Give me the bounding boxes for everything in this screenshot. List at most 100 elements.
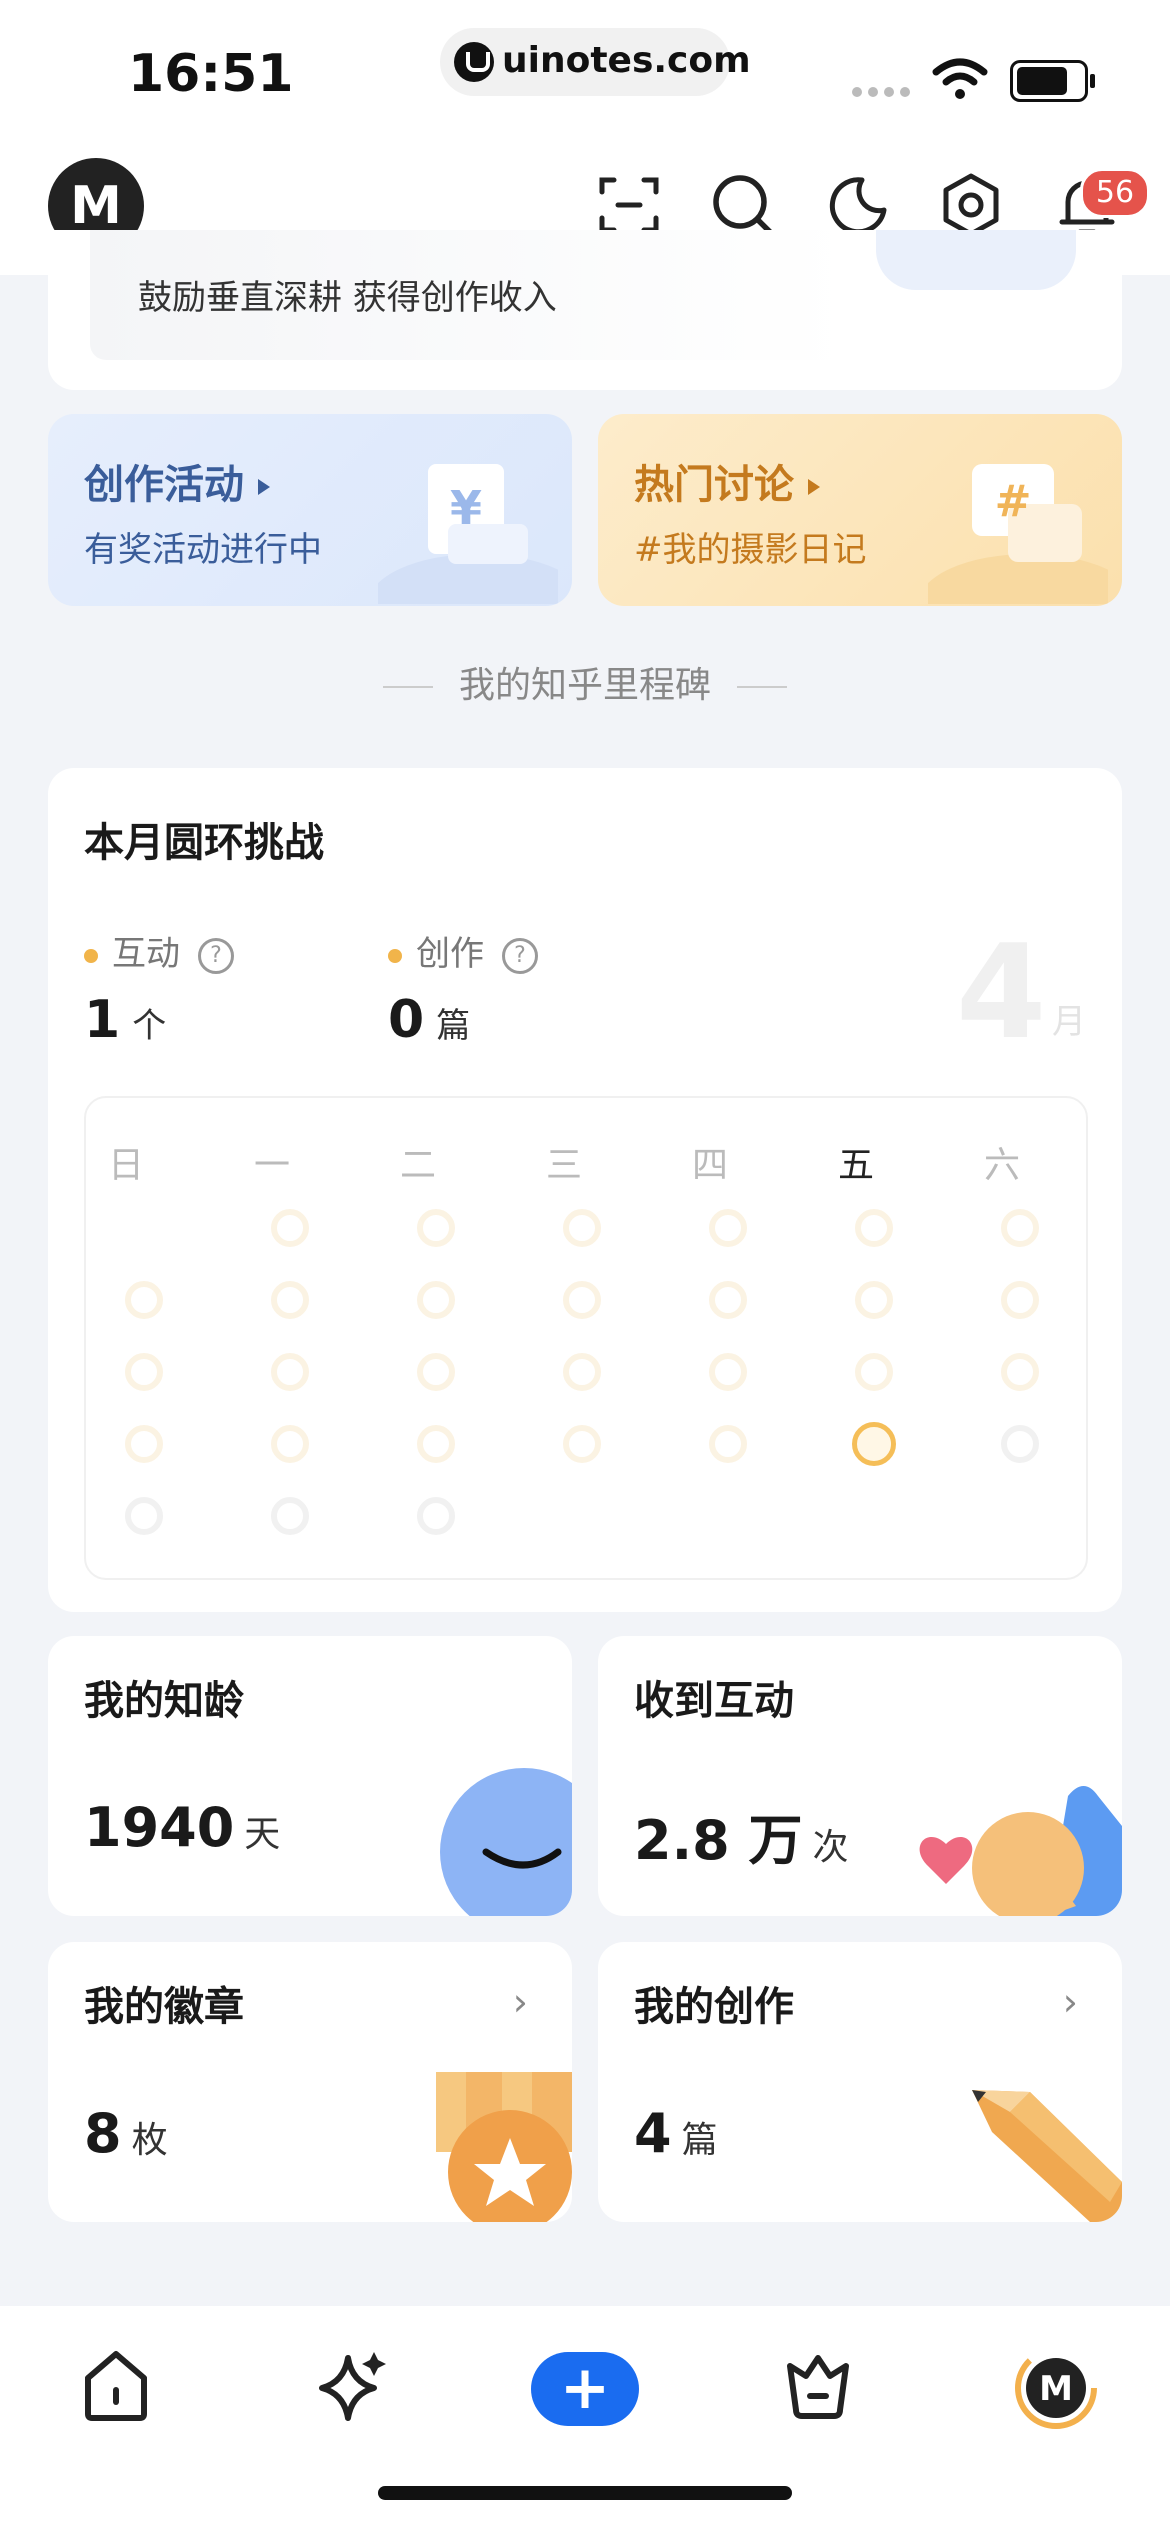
card-value: 2.8 万次 bbox=[634, 1796, 848, 1875]
stat-value: 0 bbox=[388, 990, 425, 1050]
chevron-right-icon: › bbox=[512, 1980, 528, 2024]
day-ring bbox=[1001, 1281, 1039, 1319]
stat-unit: 个 bbox=[132, 1006, 167, 1046]
card-value-unit: 篇 bbox=[681, 2120, 718, 2161]
help-icon[interactable]: ? bbox=[502, 937, 538, 974]
day-ring bbox=[125, 1497, 163, 1535]
month-watermark: 4 bbox=[956, 916, 1047, 1068]
stat-label-interaction: 互动? bbox=[84, 926, 234, 975]
month-unit: 月 bbox=[1052, 1002, 1086, 1042]
scan-icon[interactable] bbox=[596, 172, 662, 238]
promo-title-text: 创作活动 bbox=[84, 462, 244, 508]
day-ring bbox=[271, 1425, 309, 1463]
day-ring bbox=[563, 1425, 601, 1463]
yen-icon: ¥ bbox=[378, 464, 558, 604]
day-ring bbox=[563, 1209, 601, 1247]
challenge-title: 本月圆环挑战 bbox=[84, 820, 324, 866]
day-ring bbox=[271, 1281, 309, 1319]
card-received-interactions[interactable]: 收到互动 2.8 万次 bbox=[598, 1636, 1122, 1916]
stat-label-creation: 创作? bbox=[388, 926, 538, 975]
smile-face-icon bbox=[440, 1768, 572, 1916]
search-icon[interactable] bbox=[710, 172, 776, 238]
home-indicator bbox=[378, 2486, 792, 2500]
notification-badge: 56 bbox=[1080, 168, 1150, 218]
card-my-creations[interactable]: 我的创作 › 4篇 bbox=[598, 1942, 1122, 2222]
day-ring bbox=[563, 1353, 601, 1391]
status-time: 16:51 bbox=[128, 44, 294, 104]
svg-text:#: # bbox=[995, 476, 1032, 527]
home-icon[interactable] bbox=[76, 2346, 156, 2426]
day-ring bbox=[125, 1281, 163, 1319]
orange-dot-icon bbox=[388, 948, 402, 963]
card-value-unit: 枚 bbox=[131, 2120, 168, 2161]
weekday-thu: 四 bbox=[691, 1145, 728, 1186]
day-ring bbox=[709, 1425, 747, 1463]
sparkle-icon[interactable] bbox=[312, 2346, 392, 2426]
settings-icon[interactable] bbox=[938, 172, 1004, 238]
day-ring bbox=[417, 1209, 455, 1247]
card-title: 我的创作 bbox=[634, 1984, 794, 2030]
promo-title-text: 热门讨论 bbox=[634, 462, 794, 508]
day-ring bbox=[855, 1353, 893, 1391]
day-ring bbox=[1001, 1209, 1039, 1247]
card-zhihu-age[interactable]: 我的知龄 1940 天 bbox=[48, 1636, 572, 1916]
profile-avatar-icon[interactable]: M bbox=[1014, 2346, 1098, 2430]
site-icon bbox=[454, 42, 494, 82]
chat-heart-icon bbox=[919, 1786, 1122, 1916]
day-ring bbox=[417, 1281, 455, 1319]
card-value: 1940 天 bbox=[84, 1796, 280, 1859]
income-text: 鼓励垂直深耕 获得创作收入 bbox=[138, 278, 557, 318]
day-ring bbox=[417, 1425, 455, 1463]
card-value-number: 1940 bbox=[84, 1796, 235, 1859]
vip-crown-icon[interactable] bbox=[778, 2346, 858, 2426]
hash-icon: # bbox=[928, 464, 1108, 604]
status-bar: 16:51 uinotes.com bbox=[0, 0, 1170, 140]
monthly-ring-challenge: 本月圆环挑战 互动? 1个 创作? 0篇 4 月 日 一 二 三 四 五 六 bbox=[48, 768, 1122, 1612]
ring-calendar: 日 一 二 三 四 五 六 bbox=[84, 1096, 1088, 1580]
day-ring bbox=[271, 1353, 309, 1391]
chevron-right-icon: › bbox=[1062, 1980, 1078, 2024]
card-value: 4篇 bbox=[634, 2102, 718, 2165]
weekday-mon: 一 bbox=[253, 1145, 290, 1186]
svg-text:¥: ¥ bbox=[450, 481, 482, 535]
day-ring bbox=[125, 1425, 163, 1463]
medal-icon bbox=[436, 2072, 572, 2222]
promo-creation-activity[interactable]: 创作活动 有奖活动进行中 ¥ bbox=[48, 414, 572, 606]
section-title: 我的知乎里程碑 bbox=[0, 656, 1170, 708]
url-text: uinotes.com bbox=[502, 40, 751, 81]
card-title: 收到互动 bbox=[634, 1678, 794, 1724]
promo-hot-discussion[interactable]: 热门讨论 #我的摄影日记 # bbox=[598, 414, 1122, 606]
help-icon[interactable]: ? bbox=[198, 937, 234, 974]
card-value-number: 4 bbox=[634, 2102, 672, 2165]
stat-value-interaction: 1个 bbox=[84, 990, 166, 1050]
url-pill[interactable]: uinotes.com bbox=[440, 28, 751, 96]
stat-value-creation: 0篇 bbox=[388, 990, 470, 1050]
weekday-tue: 二 bbox=[399, 1145, 436, 1186]
day-ring bbox=[855, 1209, 893, 1247]
income-action-pill[interactable] bbox=[876, 230, 1076, 290]
create-plus-button[interactable]: + bbox=[531, 2352, 639, 2426]
logo-text: M bbox=[70, 176, 122, 236]
creator-income-card[interactable]: 鼓励垂直深耕 获得创作收入 bbox=[48, 230, 1122, 390]
moon-icon[interactable] bbox=[824, 172, 890, 238]
stat-unit: 篇 bbox=[436, 1006, 471, 1046]
day-ring bbox=[1001, 1353, 1039, 1391]
stat-label-text: 互动 bbox=[112, 934, 180, 974]
weekday-sat: 六 bbox=[983, 1145, 1020, 1186]
card-my-badges[interactable]: 我的徽章 › 8枚 bbox=[48, 1942, 572, 2222]
play-arrow-icon bbox=[808, 479, 820, 495]
promo-title: 热门讨论 bbox=[634, 452, 820, 510]
battery-icon bbox=[1010, 60, 1095, 102]
stat-label-text: 创作 bbox=[416, 934, 484, 974]
day-ring bbox=[563, 1281, 601, 1319]
play-arrow-icon bbox=[258, 479, 270, 495]
card-title: 我的徽章 bbox=[84, 1984, 244, 2030]
card-value: 8枚 bbox=[84, 2102, 168, 2165]
day-ring bbox=[417, 1353, 455, 1391]
card-value-number: 2.8 万 bbox=[634, 1809, 803, 1872]
wifi-icon bbox=[932, 58, 988, 99]
day-ring bbox=[709, 1209, 747, 1247]
card-title: 我的知龄 bbox=[84, 1678, 244, 1724]
day-ring bbox=[417, 1497, 455, 1535]
day-ring bbox=[709, 1353, 747, 1391]
